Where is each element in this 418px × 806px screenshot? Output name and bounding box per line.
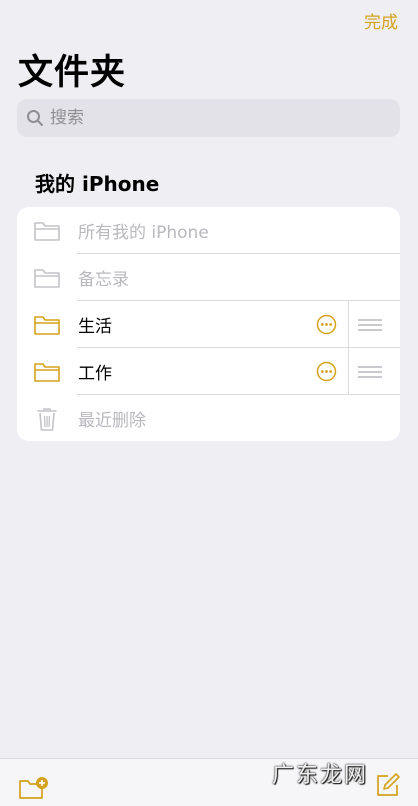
reorder-handle-icon[interactable] bbox=[357, 364, 383, 380]
row-vertical-divider bbox=[348, 348, 349, 395]
trash-icon bbox=[33, 407, 61, 431]
section-title: 我的 iPhone bbox=[35, 172, 160, 196]
page-title: 文件夹 bbox=[18, 53, 127, 93]
watermark-text: 广东龙网 bbox=[272, 763, 369, 788]
search-icon bbox=[26, 109, 44, 127]
folder-list: 所有我的 iPhone 备忘录 生活 工作 最近删除 bbox=[17, 207, 400, 441]
search-bar[interactable] bbox=[17, 99, 400, 137]
folder-label: 所有我的 iPhone bbox=[78, 223, 209, 243]
more-options-icon[interactable] bbox=[316, 314, 337, 335]
row-vertical-divider bbox=[348, 301, 349, 348]
new-folder-icon[interactable] bbox=[18, 775, 50, 801]
folder-icon bbox=[33, 313, 61, 337]
done-button[interactable]: 完成 bbox=[364, 8, 398, 33]
folder-label: 备忘录 bbox=[78, 270, 129, 290]
folder-icon bbox=[33, 360, 61, 384]
reorder-handle-icon[interactable] bbox=[357, 317, 383, 333]
folder-label: 最近删除 bbox=[78, 411, 146, 431]
folder-row-notes: 备忘录 bbox=[17, 254, 400, 301]
folder-label: 生活 bbox=[78, 317, 112, 337]
compose-icon[interactable] bbox=[374, 771, 402, 799]
more-options-icon[interactable] bbox=[316, 361, 337, 382]
search-input[interactable] bbox=[48, 107, 372, 129]
folder-label: 工作 bbox=[78, 364, 112, 384]
folder-icon bbox=[33, 219, 61, 243]
folder-icon bbox=[33, 266, 61, 290]
folder-row-work[interactable]: 工作 bbox=[17, 348, 400, 395]
folder-row-recently-deleted: 最近删除 bbox=[17, 395, 400, 441]
folder-row-life[interactable]: 生活 bbox=[17, 301, 400, 348]
folder-row-all-iphone: 所有我的 iPhone bbox=[17, 207, 400, 254]
